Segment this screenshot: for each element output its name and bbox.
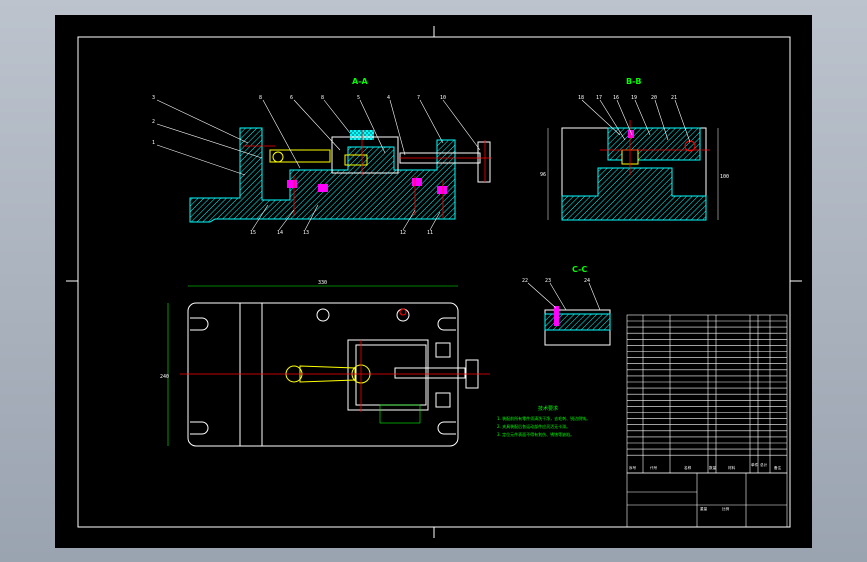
model-space[interactable] bbox=[55, 15, 812, 548]
svg-text:3. 定位元件表面不得有划伤、锈蚀等缺陷。: 3. 定位元件表面不得有划伤、锈蚀等缺陷。 bbox=[497, 431, 574, 437]
svg-text:总计: 总计 bbox=[760, 462, 768, 467]
svg-text:6: 6 bbox=[290, 95, 293, 101]
svg-text:名称: 名称 bbox=[684, 465, 692, 470]
svg-text:11: 11 bbox=[427, 230, 433, 236]
svg-text:代号: 代号 bbox=[650, 465, 658, 470]
svg-text:12: 12 bbox=[400, 230, 406, 236]
svg-text:19: 19 bbox=[631, 95, 637, 101]
dim-width: 240 bbox=[160, 374, 169, 380]
svg-text:14: 14 bbox=[277, 230, 283, 236]
svg-text:备注: 备注 bbox=[774, 465, 782, 470]
svg-text:21: 21 bbox=[671, 95, 677, 101]
svg-text:10: 10 bbox=[440, 95, 446, 101]
svg-text:比例: 比例 bbox=[722, 506, 730, 511]
svg-text:20: 20 bbox=[651, 95, 657, 101]
svg-text:8: 8 bbox=[321, 95, 324, 101]
svg-text:18: 18 bbox=[578, 95, 584, 101]
svg-text:序号: 序号 bbox=[629, 465, 637, 470]
svg-text:数量: 数量 bbox=[709, 465, 717, 470]
svg-text:4: 4 bbox=[387, 95, 390, 101]
svg-text:单件: 单件 bbox=[751, 462, 759, 467]
svg-text:技术要求: 技术要求 bbox=[538, 405, 558, 412]
dim-height-b2: 100 bbox=[720, 174, 729, 180]
svg-text:3: 3 bbox=[152, 95, 155, 101]
svg-text:7: 7 bbox=[417, 95, 420, 101]
view-label-a: A-A bbox=[352, 77, 369, 86]
svg-text:重量: 重量 bbox=[700, 506, 708, 511]
dim-overall-length: 330 bbox=[318, 280, 327, 286]
svg-text:13: 13 bbox=[303, 230, 309, 236]
view-label-b: B-B bbox=[626, 77, 642, 86]
svg-text:1: 1 bbox=[152, 140, 155, 146]
view-label-c: C-C bbox=[572, 265, 587, 274]
svg-text:材料: 材料 bbox=[728, 465, 736, 470]
svg-text:5: 5 bbox=[357, 95, 360, 101]
svg-text:2: 2 bbox=[152, 119, 155, 125]
svg-text:1. 装配前所有零件须清洗干净，去毛刺、锐边倒钝。: 1. 装配前所有零件须清洗干净，去毛刺、锐边倒钝。 bbox=[497, 415, 590, 421]
svg-text:15: 15 bbox=[250, 230, 256, 236]
cad-drawing: A-A 3 2 1 8 6 8 5 4 7 10 15 14 13 12 11 … bbox=[55, 15, 812, 548]
dim-height-b: 96 bbox=[540, 172, 546, 178]
svg-text:2. 夹具装配后各运动部件应灵活无卡滞。: 2. 夹具装配后各运动部件应灵活无卡滞。 bbox=[497, 423, 570, 429]
svg-text:22: 22 bbox=[522, 278, 528, 284]
svg-text:17: 17 bbox=[596, 95, 602, 101]
svg-text:8: 8 bbox=[259, 95, 262, 101]
svg-text:16: 16 bbox=[613, 95, 619, 101]
